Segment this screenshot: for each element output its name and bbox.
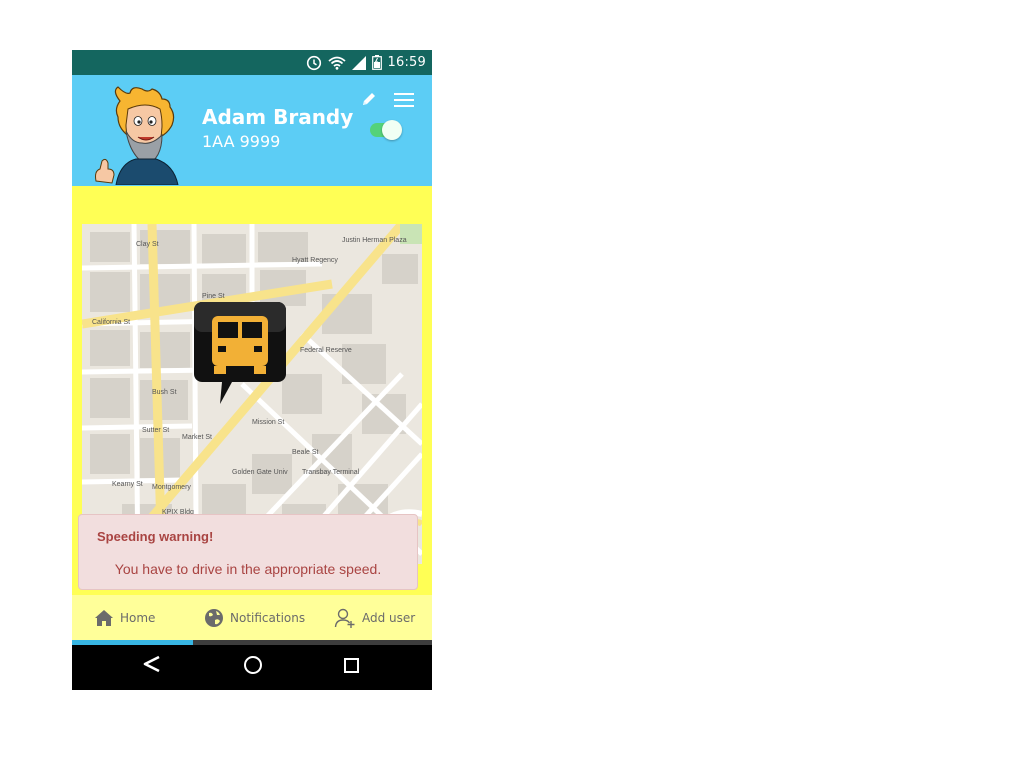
tab-home[interactable]: Home — [94, 595, 155, 640]
home-icon — [95, 609, 113, 626]
svg-text:Pine St: Pine St — [202, 293, 225, 300]
map-view[interactable]: Clay St California St Bush St Sutter St … — [82, 224, 422, 564]
hamburger-menu-icon[interactable] — [394, 93, 414, 109]
tab-notifications-label: Notifications — [230, 610, 306, 625]
signal-icon — [351, 55, 366, 70]
menu-line — [394, 93, 414, 95]
recents-icon — [344, 658, 359, 673]
avatar — [95, 86, 179, 185]
back-icon — [143, 655, 160, 673]
android-nav-bar — [72, 645, 432, 690]
alarm-icon — [306, 55, 321, 70]
user-name: Adam Brandy — [202, 105, 354, 129]
svg-text:Mission St: Mission St — [252, 419, 284, 426]
svg-text:Market St: Market St — [182, 434, 212, 441]
speeding-warning-alert: Speeding warning! You have to drive in t… — [78, 514, 418, 590]
svg-text:Hyatt Regency: Hyatt Regency — [292, 257, 338, 264]
tab-home-label: Home — [120, 610, 156, 625]
svg-text:Clay St: Clay St — [136, 241, 159, 248]
wifi-icon — [327, 56, 346, 70]
map-canvas: Clay St California St Bush St Sutter St … — [82, 224, 422, 564]
profile-header: Adam Brandy 1AA 9999 — [72, 75, 432, 186]
menu-line — [394, 99, 414, 101]
svg-text:Beale St: Beale St — [292, 449, 319, 456]
svg-text:Federal Reserve: Federal Reserve — [300, 347, 352, 354]
nav-home-button[interactable] — [223, 645, 283, 690]
tab-add-user[interactable]: Add user — [334, 595, 415, 640]
pencil-icon[interactable] — [360, 90, 378, 108]
status-bar: 16:59 — [72, 50, 432, 75]
svg-text:Sutter St: Sutter St — [142, 427, 169, 434]
svg-text:Golden Gate Univ: Golden Gate Univ — [232, 469, 288, 476]
svg-text:Justin Herman Plaza: Justin Herman Plaza — [342, 237, 407, 244]
warning-message: You have to drive in the appropriate spe… — [114, 561, 382, 577]
add-user-icon — [334, 608, 355, 628]
tab-add-user-label: Add user — [362, 610, 416, 625]
tracking-toggle[interactable] — [368, 119, 404, 141]
status-icons: 16:59 — [306, 50, 426, 75]
tab-notifications[interactable]: Notifications — [204, 595, 305, 640]
globe-icon — [205, 608, 223, 627]
svg-text:California St: California St — [92, 319, 130, 326]
phone-screen: 16:59 Adam Brandy 1AA 9999 Clay St Calif… — [72, 50, 432, 690]
toggle-knob — [382, 120, 402, 140]
bottom-tab-bar: Home Notifications Add user — [72, 595, 432, 645]
svg-text:Kearny St: Kearny St — [112, 481, 143, 488]
home-circle-icon — [244, 656, 262, 674]
nav-recents-button[interactable] — [321, 645, 381, 690]
menu-line — [394, 105, 414, 107]
warning-title: Speeding warning! — [97, 529, 214, 544]
svg-text:Bush St: Bush St — [152, 389, 177, 396]
svg-text:Montgomery: Montgomery — [152, 484, 191, 491]
status-time: 16:59 — [387, 55, 426, 70]
battery-icon — [371, 55, 382, 70]
svg-text:Transbay Terminal: Transbay Terminal — [302, 469, 360, 476]
license-plate: 1AA 9999 — [202, 132, 281, 151]
nav-back-button[interactable] — [122, 645, 182, 690]
